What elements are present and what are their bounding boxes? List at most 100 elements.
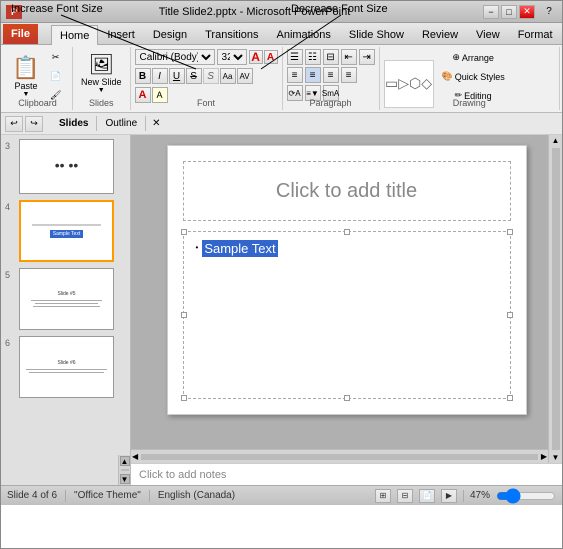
slide-thumb-6: Slide #6 [19, 336, 114, 398]
arrange-button[interactable]: ⊕ Arrange [438, 49, 509, 66]
quick-styles-icon: 🎨 [442, 71, 453, 82]
scroll-v-down[interactable]: ▼ [552, 453, 560, 462]
indent-decrease-btn[interactable]: ⇤ [341, 49, 357, 65]
status-divider-2 [149, 490, 150, 502]
panel-scrollbar[interactable]: ▲ ▼ [118, 455, 130, 485]
decrease-font-btn[interactable]: A [264, 50, 278, 64]
slide-canvas[interactable]: Click to add title • Sample [167, 145, 527, 415]
redo-view-btn[interactable]: ↪ [25, 116, 43, 132]
scroll-down-btn[interactable]: ▼ [120, 474, 130, 484]
ribbon-group-clipboard: 📋 Paste ▼ ✂ 📄 🖌 Clipboard [3, 47, 73, 110]
paste-label: Paste [14, 81, 37, 91]
title-bar: P 💾 ↩ ↪ ▼ Title Slide2.pptx - Microsoft … [1, 1, 562, 23]
font-size-select[interactable]: 32 [217, 49, 247, 65]
ribbon-group-slides: 🖼 New Slide ▼ Slides [73, 47, 131, 110]
new-slide-icon: 🖼 [89, 52, 114, 77]
slide-item-3[interactable]: 3 •• •• [5, 139, 126, 194]
quick-styles-label: Quick Styles [455, 72, 505, 82]
undo-view-btn[interactable]: ↩ [5, 116, 23, 132]
normal-view-btn[interactable]: ⊞ [375, 489, 391, 503]
indent-increase-btn[interactable]: ⇥ [359, 49, 375, 65]
scroll-h-right[interactable]: ▶ [541, 452, 547, 461]
slide-item-5[interactable]: 5 Slide #5 [5, 268, 126, 330]
window-title: Title Slide2.pptx - Microsoft PowerPoint [26, 6, 483, 18]
slide-item-6[interactable]: 6 Slide #6 [5, 336, 126, 398]
tab-view[interactable]: View [467, 24, 509, 44]
handle-tm[interactable] [344, 229, 350, 235]
tab-review[interactable]: Review [413, 24, 467, 44]
handle-bl[interactable] [181, 395, 187, 401]
reading-view-btn[interactable]: 📄 [419, 489, 435, 503]
cut-icon: ✂ [52, 52, 60, 63]
italic-btn[interactable]: I [152, 68, 168, 84]
help-btn[interactable]: ? [541, 5, 557, 19]
slide-thumb-4-content: Sample Text [21, 202, 112, 260]
handle-tl[interactable] [181, 229, 187, 235]
sample-text[interactable]: Sample Text [202, 240, 277, 257]
copy-button[interactable]: 📄 [45, 68, 67, 85]
tab-home[interactable]: Home [51, 25, 98, 45]
slide-title-box[interactable]: Click to add title [183, 161, 511, 221]
scroll-v-up[interactable]: ▲ [552, 136, 560, 145]
maximize-btn[interactable]: □ [501, 5, 517, 19]
clear-btn[interactable]: Aa [220, 68, 236, 84]
notes-area[interactable]: Click to add notes [131, 463, 562, 485]
slide-list: 3 •• •• 4 Sample Text [1, 135, 130, 455]
slide-info: Slide 4 of 6 [7, 490, 57, 501]
zoom-slider[interactable] [496, 492, 556, 500]
shadow-btn[interactable]: S [203, 68, 219, 84]
tab-insert[interactable]: Insert [98, 24, 144, 44]
align-right-btn[interactable]: ≡ [323, 67, 339, 83]
bullets-btn[interactable]: ☰ [287, 49, 303, 65]
paste-arrow: ▼ [23, 91, 30, 98]
slide-6-line2 [29, 372, 105, 373]
tab-file[interactable]: File [3, 24, 38, 44]
new-slide-button[interactable]: 🖼 New Slide ▼ [77, 49, 126, 97]
bold-btn[interactable]: B [135, 68, 151, 84]
handle-tr[interactable] [507, 229, 513, 235]
slide-4-sample: Sample Text [50, 230, 83, 238]
slide-scrollbar-v: ▲ ▼ [548, 135, 562, 463]
notes-placeholder: Click to add notes [139, 469, 226, 481]
strikethrough-btn[interactable]: S [186, 68, 202, 84]
slide-item-4[interactable]: 4 Sample Text [5, 200, 126, 262]
tab-transitions[interactable]: Transitions [196, 24, 267, 44]
tab-animations[interactable]: Animations [268, 24, 340, 44]
handle-bm[interactable] [344, 395, 350, 401]
slides-panel-tab[interactable]: Slides [51, 116, 97, 131]
align-left-btn[interactable]: ≡ [287, 67, 303, 83]
increase-font-btn[interactable]: A [249, 50, 263, 64]
paste-button[interactable]: 📋 Paste ▼ [8, 52, 43, 101]
tab-format[interactable]: Format [509, 24, 562, 44]
handle-ml[interactable] [181, 312, 187, 318]
handle-br[interactable] [507, 395, 513, 401]
status-right: ⊞ ⊟ 📄 ▶ 47% [375, 489, 556, 503]
justify-btn[interactable]: ≡ [341, 67, 357, 83]
slide-thumb-5: Slide #5 [19, 268, 114, 330]
slide-content-box[interactable]: • Sample Text [183, 231, 511, 399]
scroll-h-left[interactable]: ◀ [132, 452, 138, 461]
ribbon-tabs: File Home Insert Design Transitions Anim… [1, 23, 562, 45]
slide-sorter-btn[interactable]: ⊟ [397, 489, 413, 503]
minimize-btn[interactable]: − [483, 5, 499, 19]
paragraph-content: ☰ ☷ ⊟ ⇤ ⇥ ≡ ≡ ≡ ≡ ⟳A ≡▼ [287, 49, 375, 128]
panel-tabs: Slides Outline [51, 116, 146, 131]
spacing-btn[interactable]: AV [237, 68, 253, 84]
handle-mr[interactable] [507, 312, 513, 318]
align-center-btn[interactable]: ≡ [305, 67, 321, 83]
window-controls: − □ ✕ ? [483, 5, 557, 19]
tab-slide-show[interactable]: Slide Show [340, 24, 413, 44]
col-btn[interactable]: ⊟ [323, 49, 339, 65]
scroll-up-btn[interactable]: ▲ [120, 456, 130, 466]
close-btn[interactable]: ✕ [519, 5, 535, 19]
para-row-2: ≡ ≡ ≡ ≡ [287, 67, 375, 83]
tab-design[interactable]: Design [144, 24, 196, 44]
font-size-btns: A A [249, 50, 278, 64]
slideshow-btn[interactable]: ▶ [441, 489, 457, 503]
font-name-select[interactable]: Calibri (Body) [135, 49, 215, 65]
underline-btn[interactable]: U [169, 68, 185, 84]
arrange-icon: ⊕ [452, 52, 460, 63]
quick-styles-button[interactable]: 🎨 Quick Styles [438, 68, 509, 85]
cut-button[interactable]: ✂ [45, 49, 67, 66]
numbering-btn[interactable]: ☷ [305, 49, 321, 65]
